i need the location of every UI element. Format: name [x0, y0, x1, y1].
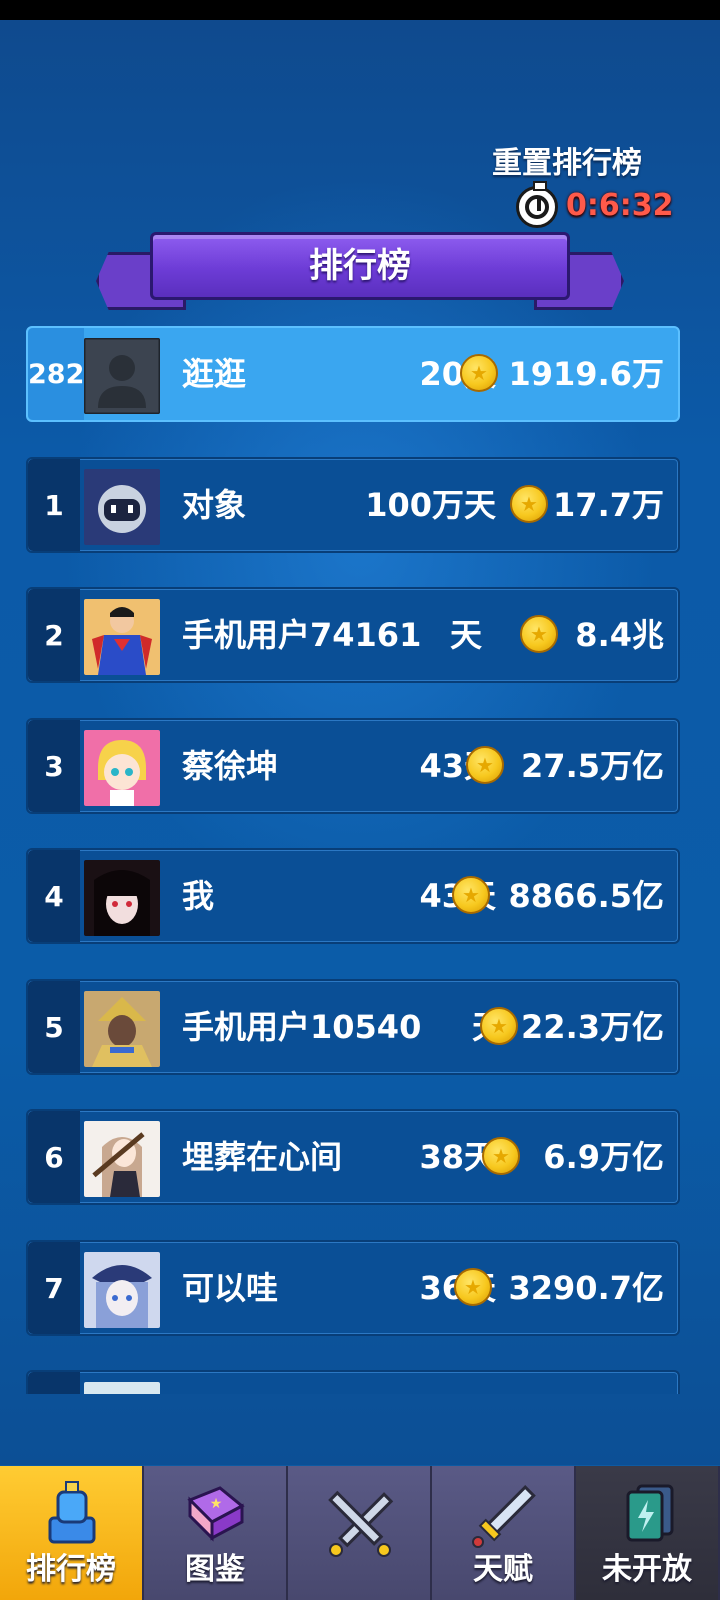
stopwatch-icon: [516, 181, 558, 228]
coin-icon: [452, 876, 490, 914]
rank-number: 2: [28, 589, 80, 681]
rank-number: 282: [28, 328, 84, 420]
coin-icon: [466, 746, 504, 784]
score-value: 22.3万亿: [521, 1008, 664, 1046]
rank-number: [28, 1372, 80, 1394]
avatar[interactable]: [84, 469, 160, 545]
rank-number: 5: [28, 981, 80, 1073]
sword-icon: [472, 1485, 536, 1548]
avatar[interactable]: [84, 1382, 160, 1394]
coin-icon: [480, 1007, 518, 1045]
avatar[interactable]: [84, 991, 160, 1067]
player-name: 蔡徐坤: [182, 747, 279, 785]
player-name: 可以哇: [182, 1269, 279, 1307]
trophy-icon: [48, 1481, 96, 1544]
crossed-swords-icon: [328, 1490, 394, 1557]
coin-icon: [454, 1268, 492, 1306]
title-ribbon: 排行榜: [96, 232, 624, 316]
my-rank-row[interactable]: 282 逛逛 20天 1919.6万: [26, 326, 680, 422]
player-name: 我: [182, 877, 215, 915]
rank-number: 1: [28, 459, 80, 551]
ribbon-banner: 排行榜: [150, 232, 570, 300]
player-name: 对象: [182, 486, 247, 524]
score-value: 17.7万: [553, 486, 664, 524]
coin-icon: [460, 354, 498, 392]
coin-icon: [520, 615, 558, 653]
rank-number: 6: [28, 1111, 80, 1203]
leaderboard-row[interactable]: 2 手机用户74161 天 8.4兆: [26, 587, 680, 683]
coin-icon: [510, 485, 548, 523]
tab-label: 排行榜: [26, 1552, 116, 1587]
leaderboard-row[interactable]: 1 对象 100万天 17.7万: [26, 457, 680, 553]
bottom-tab-bar: 排行榜 ★ 图鉴 天赋 未开放: [0, 1466, 720, 1600]
player-name: 埋葬在心间: [182, 1138, 343, 1176]
avatar[interactable]: [84, 599, 160, 675]
tab-battle[interactable]: [288, 1466, 432, 1600]
avatar[interactable]: [84, 338, 160, 414]
rank-number: 3: [28, 720, 80, 812]
avatar[interactable]: [84, 1252, 160, 1328]
svg-text:★: ★: [210, 1496, 223, 1512]
leaderboard-row[interactable]: 4 我 43天 8866.5亿: [26, 848, 680, 944]
score-value: 1919.6万: [508, 355, 665, 393]
page-title: 排行榜: [309, 246, 411, 286]
leaderboard-row[interactable]: [26, 1370, 680, 1394]
avatar[interactable]: [84, 730, 160, 806]
avatar[interactable]: [84, 1121, 160, 1197]
leaderboard-row[interactable]: 7 可以哇 36天 3290.7亿: [26, 1240, 680, 1336]
days-value: 100万天: [365, 486, 496, 524]
leaderboard-row[interactable]: 5 手机用户10540 天 22.3万亿: [26, 979, 680, 1075]
avatar[interactable]: [84, 860, 160, 936]
tab-label: 天赋: [473, 1552, 533, 1587]
leaderboard-row[interactable]: 6 埋葬在心间 38天 6.9万亿: [26, 1109, 680, 1205]
score-value: 8866.5亿: [508, 877, 665, 915]
score-value: 8.4兆: [575, 616, 664, 654]
tab-leaderboard[interactable]: 排行榜: [0, 1466, 144, 1600]
player-name: 逛逛: [182, 355, 247, 393]
status-bar: [0, 0, 720, 20]
rank-number: 4: [28, 850, 80, 942]
tab-label: 图鉴: [185, 1552, 245, 1587]
score-value: 6.9万亿: [543, 1138, 664, 1176]
cards-icon: [626, 1484, 674, 1542]
reset-timer: 0:6:32: [566, 188, 674, 223]
leaderboard-row[interactable]: 3 蔡徐坤 43天 27.5万亿: [26, 718, 680, 814]
tab-label: 未开放: [602, 1552, 692, 1587]
tab-talent[interactable]: 天赋: [432, 1466, 576, 1600]
score-value: 27.5万亿: [521, 747, 664, 785]
tab-not-open[interactable]: 未开放: [576, 1466, 720, 1600]
tab-codex[interactable]: ★ 图鉴: [144, 1466, 288, 1600]
days-value: 天: [449, 616, 482, 654]
rank-number: 7: [28, 1242, 80, 1334]
coin-icon: [482, 1137, 520, 1175]
player-name: 手机用户10540: [182, 1008, 422, 1046]
leaderboard-list[interactable]: 282 逛逛 20天 1919.6万 1 对象 100万天 17: [26, 326, 682, 1394]
score-value: 3290.7亿: [508, 1269, 665, 1307]
reset-leaderboard-label: 重置排行榜: [492, 146, 642, 181]
book-icon: ★: [187, 1486, 245, 1542]
player-name: 手机用户74161: [182, 616, 422, 654]
